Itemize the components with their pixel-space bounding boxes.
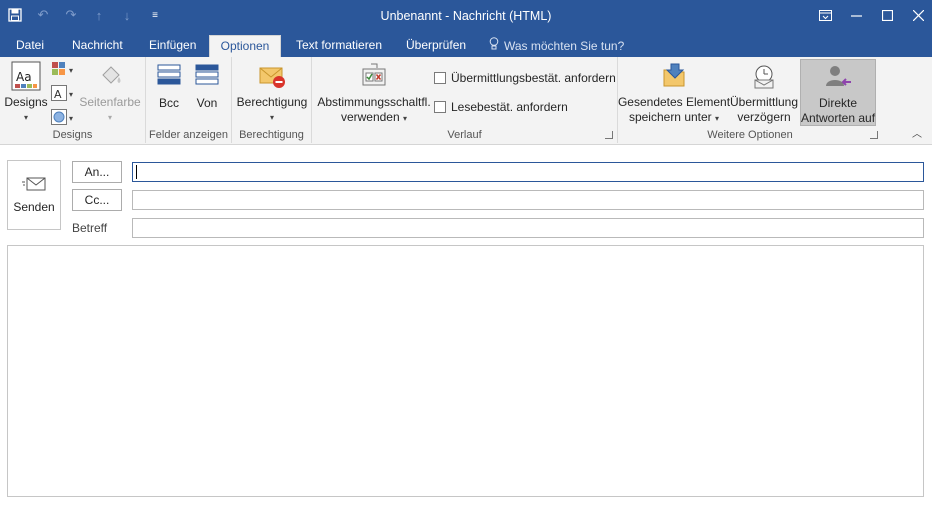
tab-ueberpruefen[interactable]: Überprüfen [406,35,466,57]
tell-me-placeholder: Was möchten Sie tun? [504,39,625,53]
minimize-icon[interactable] [842,0,870,30]
tab-datei[interactable]: Datei [16,35,44,57]
voting-buttons-icon [359,61,389,95]
chevron-down-icon: ▾ [715,114,720,123]
tab-nachricht[interactable]: Nachricht [72,35,123,57]
uebermittlung-verzoegern-button[interactable]: Übermittlung verzögern [728,61,800,125]
save-sent-item-icon [659,61,689,95]
bcc-field-icon [155,61,183,93]
chevron-down-icon: ▾ [23,113,28,122]
delivery-receipt-checkbox[interactable]: Übermittlungsbestät. anfordern [434,71,616,85]
dialog-launcher-icon[interactable] [605,131,613,139]
subject-label: Betreff [72,221,108,235]
group-weitere-optionen: Gesendetes Element speichern unter ▾ Übe… [618,57,882,143]
berechtigung-button[interactable]: Berechtigung ▾ [236,61,308,125]
delivery-receipt-box[interactable] [434,72,446,84]
paint-bucket-icon [95,61,125,95]
seitenfarbe-button[interactable]: Seitenfarbe ▾ [79,61,141,125]
tab-optionen[interactable]: Optionen [209,35,281,57]
compose-area: Senden An... Cc... Betreff [0,146,932,506]
effects-icon [51,109,67,128]
dialog-launcher-icon[interactable] [870,131,878,139]
window-controls [808,0,932,32]
gesendetes-element-button[interactable]: Gesendetes Element speichern unter ▾ [618,61,730,126]
lightbulb-icon [489,36,499,56]
von-button[interactable]: Von [192,61,222,111]
designs-icon: Aa [11,61,41,95]
subject-field[interactable] [132,218,924,238]
designs-button[interactable]: Aa Designs ▾ [4,61,48,125]
read-receipt-box[interactable] [434,101,446,113]
send-button[interactable]: Senden [7,160,61,230]
restricted-envelope-icon [257,61,287,95]
cc-field[interactable] [132,190,924,210]
chevron-down-icon: ▾ [403,114,408,123]
abstimmung-button[interactable]: Abstimmungsschaltfl. verwenden ▾ [316,61,432,126]
delay-delivery-icon [749,61,779,95]
chevron-down-icon: ▾ [69,114,74,123]
group-berechtigung: Berechtigung ▾ Berechtigung [232,57,312,143]
direct-replies-icon [823,62,853,96]
direkte-antworten-button[interactable]: Direkte Antworten auf [800,59,876,126]
group-designs: Aa Designs ▾ ▾ A ▾ ▾ Seitenfarbe ▾ Desig… [0,57,146,143]
collapse-ribbon-icon[interactable]: ︿ [912,125,922,140]
group-felder-anzeigen: Bcc Von Felder anzeigen [146,57,232,143]
colors-icon [51,61,67,80]
group-label-weitere: Weitere Optionen [707,129,793,141]
svg-text:A: A [54,88,62,101]
tell-me-box[interactable]: Was möchten Sie tun? [489,35,624,57]
fonts-button[interactable]: A ▾ [51,85,73,104]
close-icon[interactable] [904,0,932,30]
chevron-down-icon: ▾ [69,90,74,99]
effects-button[interactable]: ▾ [51,109,73,128]
group-verlauf: Abstimmungsschaltfl. verwenden ▾ Übermit… [312,57,618,143]
tab-text-formatieren[interactable]: Text formatieren [296,35,382,57]
tab-einfuegen[interactable]: Einfügen [149,35,196,57]
svg-text:Aa: Aa [16,70,32,84]
ribbon-tabs: Datei Nachricht Einfügen Optionen Text f… [0,32,932,57]
send-label: Senden [13,199,55,214]
group-label-designs: Designs [52,129,93,141]
message-body[interactable] [7,245,924,497]
to-button[interactable]: An... [72,161,122,183]
title-bar: ↶ ↷ ↑ ↓ ≡ Unbenannt - Nachricht (HTML) [0,0,932,32]
designs-mini-buttons: ▾ A ▾ ▾ [51,61,73,128]
text-cursor [136,165,137,179]
group-label-felder: Felder anzeigen [149,129,228,141]
chevron-down-icon: ▾ [107,113,112,122]
read-receipt-checkbox[interactable]: Lesebestät. anfordern [434,100,568,114]
cc-button[interactable]: Cc... [72,189,122,211]
ribbon-display-icon[interactable] [811,0,839,30]
maximize-icon[interactable] [873,0,901,30]
colors-button[interactable]: ▾ [51,61,73,80]
to-field[interactable] [132,162,924,182]
window-title: Unbenannt - Nachricht (HTML) [380,9,552,23]
chevron-down-icon: ▾ [269,113,274,122]
chevron-down-icon: ▾ [69,66,74,75]
from-field-icon [193,61,221,93]
ribbon: Aa Designs ▾ ▾ A ▾ ▾ Seitenfarbe ▾ Desig… [0,57,932,145]
send-envelope-icon [22,177,46,194]
group-label-berechtigung: Berechtigung [239,129,304,141]
fonts-icon: A [51,85,67,104]
group-label-verlauf: Verlauf [447,129,482,141]
bcc-button[interactable]: Bcc [154,61,184,111]
